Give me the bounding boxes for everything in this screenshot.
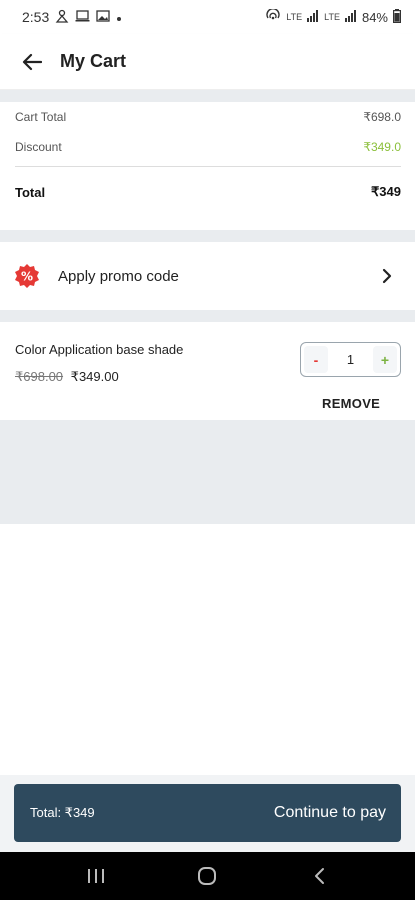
- battery-icon: [393, 8, 402, 26]
- status-time: 2:53: [22, 9, 50, 25]
- quantity-value: 1: [346, 352, 355, 367]
- cart-total-label: Cart Total: [15, 110, 67, 124]
- total-row: Total ₹349: [15, 184, 401, 200]
- item-name: Color Application base shade: [15, 342, 184, 357]
- status-bar: 2:53 LTE LTE 84%: [0, 0, 415, 34]
- mobile-data-icon: [55, 9, 69, 26]
- discount-row: Discount ₹349.0: [15, 140, 401, 154]
- remove-item-button[interactable]: REMOVE: [322, 396, 380, 411]
- signal-icon: [307, 9, 319, 25]
- cart-summary: Cart Total ₹698.0 Discount ₹349.0 Total …: [0, 102, 415, 230]
- cart-total-value: ₹698.0: [363, 110, 401, 124]
- back-nav-icon[interactable]: [299, 856, 339, 896]
- page-title: My Cart: [60, 51, 127, 71]
- item-prices: ₹698.00 ₹349.00: [15, 369, 119, 385]
- back-arrow-icon[interactable]: [20, 50, 44, 74]
- chevron-right-icon: [379, 268, 395, 284]
- item-price: ₹349.00: [70, 369, 119, 384]
- quantity-stepper: - 1 +: [300, 342, 401, 377]
- apply-promo-row[interactable]: % Apply promo code: [0, 242, 415, 310]
- discount-value: ₹349.0: [363, 140, 401, 154]
- empty-grey-area: [0, 420, 415, 524]
- pay-label: Continue to pay: [273, 804, 386, 821]
- battery-level: 84%: [361, 9, 388, 25]
- hotspot-icon: [265, 7, 281, 26]
- decrease-quantity-button[interactable]: -: [304, 346, 328, 373]
- home-icon[interactable]: [187, 856, 227, 896]
- increase-quantity-button[interactable]: +: [373, 346, 397, 373]
- promo-label: Apply promo code: [58, 267, 179, 285]
- section-gap: [0, 90, 415, 102]
- cart-item: Color Application base shade ₹698.00 ₹34…: [0, 322, 415, 420]
- section-gap: [0, 230, 415, 242]
- cart-total-row: Cart Total ₹698.0: [15, 110, 401, 124]
- promo-icon-glyph: %: [21, 270, 33, 284]
- app-bar: My Cart: [0, 34, 415, 90]
- dot-icon: [116, 9, 122, 25]
- promo-badge-icon: %: [14, 263, 40, 289]
- lte-label-2: LTE: [324, 12, 340, 22]
- system-nav-bar: [0, 852, 415, 900]
- bottom-panel: Total: ₹349 Continue to pay: [0, 775, 415, 852]
- laptop-icon: [75, 9, 90, 26]
- total-value: ₹349: [371, 184, 401, 199]
- lte-label-1: LTE: [286, 12, 303, 22]
- pay-total-text: Total: ₹349: [30, 805, 95, 820]
- item-old-price: ₹698.00: [15, 369, 64, 384]
- image-icon: [96, 9, 110, 26]
- continue-to-pay-button[interactable]: Total: ₹349 Continue to pay: [14, 784, 401, 842]
- recent-apps-icon[interactable]: [76, 856, 116, 896]
- status-right: LTE LTE 84%: [265, 7, 402, 26]
- signal-icon-2: [344, 9, 357, 25]
- section-gap: [0, 310, 415, 322]
- discount-label: Discount: [15, 140, 62, 154]
- status-left: 2:53: [22, 9, 122, 26]
- summary-divider: [15, 166, 401, 167]
- total-label: Total: [15, 184, 46, 200]
